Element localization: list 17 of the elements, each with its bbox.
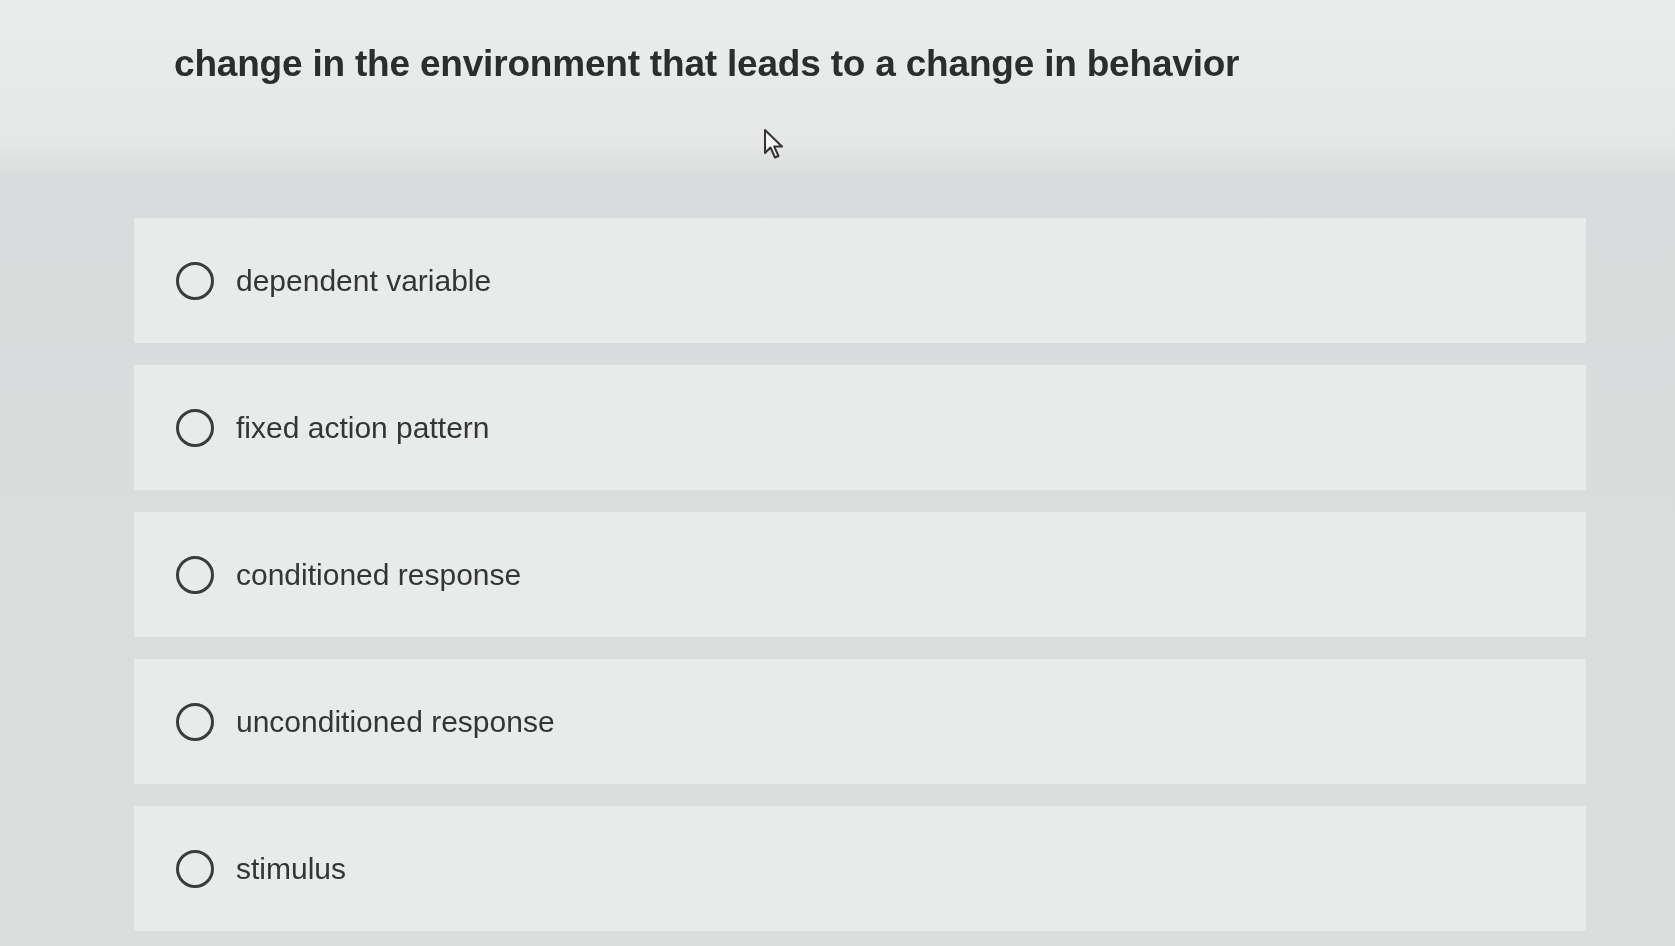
option-label: stimulus [236, 851, 347, 886]
radio-button[interactable] [176, 849, 214, 888]
option-label: unconditioned response [236, 704, 555, 739]
pointer-icon [763, 128, 785, 160]
radio-button[interactable] [176, 702, 214, 741]
radio-button[interactable] [176, 408, 214, 447]
answer-option[interactable]: conditioned response [134, 512, 1586, 637]
option-label: dependent variable [236, 263, 492, 298]
answer-option[interactable]: stimulus [134, 806, 1586, 931]
answer-option[interactable]: unconditioned response [134, 659, 1586, 784]
radio-button[interactable] [176, 555, 214, 594]
answer-option[interactable]: dependent variable [134, 218, 1586, 343]
option-label: conditioned response [236, 557, 522, 592]
radio-button[interactable] [176, 261, 214, 300]
answer-option[interactable]: fixed action pattern [134, 365, 1586, 490]
option-label: fixed action pattern [236, 410, 490, 445]
question-text: change in the environment that leads to a change in behavior [174, 42, 1240, 86]
